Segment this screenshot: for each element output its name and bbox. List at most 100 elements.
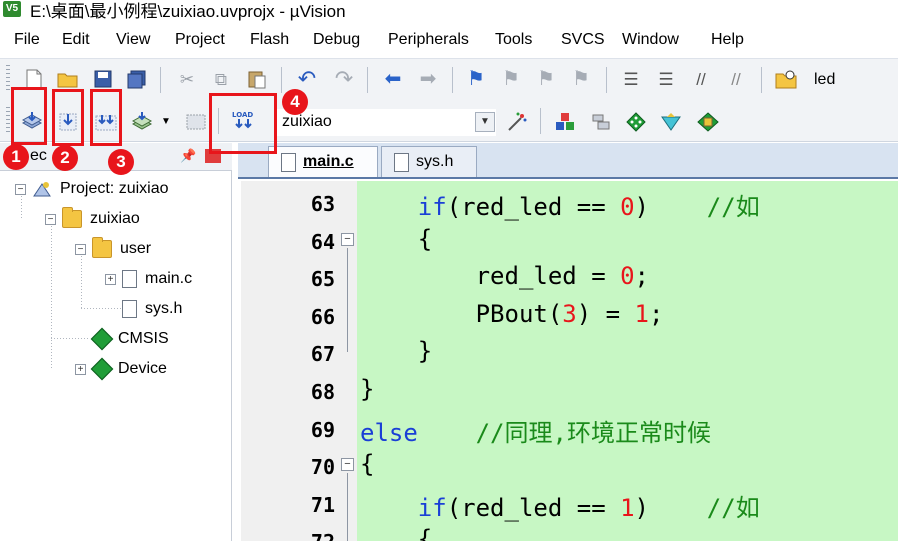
menu-flash[interactable]: Flash — [250, 31, 289, 49]
editor-tab-bar: main.c sys.h — [238, 143, 898, 179]
code-line[interactable]: { — [360, 450, 374, 478]
menu-help[interactable]: Help — [711, 31, 744, 49]
tree-item-project[interactable]: − Project: zuixiao — [15, 175, 169, 203]
manage-project-icon[interactable] — [587, 108, 615, 136]
manage-run-time-environment-icon[interactable] — [694, 108, 722, 136]
menu-view[interactable]: View — [116, 31, 150, 49]
navigate-forward-icon[interactable]: ➡ — [414, 65, 442, 93]
code-line[interactable]: else //同理,环境正常时候 — [360, 413, 711, 448]
menu-tools[interactable]: Tools — [495, 31, 532, 49]
menu-peripherals[interactable]: Peripherals — [388, 31, 469, 49]
pack-installer-icon[interactable] — [622, 108, 650, 136]
tree-item-label: Project: zuixiao — [60, 180, 169, 197]
tab-sys-h[interactable]: sys.h — [381, 146, 477, 177]
tree-item-sys-h[interactable]: sys.h — [122, 295, 182, 323]
component-icon — [90, 357, 114, 381]
find-text[interactable]: led — [814, 71, 835, 89]
stop-build-icon[interactable] — [182, 108, 210, 136]
select-software-packs-icon[interactable] — [657, 108, 685, 136]
annotation-number-2: 2 — [52, 145, 78, 171]
indent-icon[interactable]: ☰ — [617, 65, 645, 93]
redo-icon[interactable]: ↷ — [330, 65, 358, 93]
fold-collapse-icon[interactable]: − — [341, 458, 354, 471]
tab-label: main.c — [303, 153, 354, 170]
line-number: 68 — [310, 380, 335, 404]
annotation-box-2 — [52, 89, 84, 146]
collapse-icon[interactable]: − — [45, 213, 56, 225]
menu-project[interactable]: Project — [175, 31, 225, 49]
cut-icon[interactable]: ✂ — [173, 65, 201, 93]
navigate-back-icon[interactable]: ⬅ — [379, 65, 407, 93]
copy-icon[interactable]: ⧉ — [207, 65, 235, 93]
tree-item-label: CMSIS — [118, 330, 169, 347]
toolbar-grip[interactable] — [6, 107, 10, 135]
line-number: 69 — [310, 417, 335, 442]
code-line[interactable]: } — [360, 375, 374, 403]
tree-item-main-c[interactable]: + main.c — [105, 265, 192, 293]
target-select-value: zuixiao — [282, 113, 332, 130]
file-icon — [122, 300, 137, 318]
uncomment-icon[interactable]: // — [722, 65, 750, 93]
menu-edit[interactable]: Edit — [62, 31, 90, 49]
bookmark-icon[interactable]: ⚑ — [462, 65, 490, 93]
next-bookmark-icon[interactable]: ⚑ — [532, 65, 560, 93]
annotation-box-3 — [90, 89, 122, 146]
tree-item-label: main.c — [145, 270, 193, 287]
save-all-icon[interactable] — [123, 65, 151, 93]
menu-window[interactable]: Window — [622, 31, 679, 49]
project-panel-title: ec — [30, 147, 47, 164]
comment-icon[interactable]: // — [687, 65, 715, 93]
clear-bookmarks-icon[interactable]: ⚑ — [567, 65, 595, 93]
code-line[interactable]: PBout(3) = 1; — [360, 300, 664, 328]
tree-item-cmsis[interactable]: CMSIS — [90, 325, 169, 353]
line-number: 65 — [310, 267, 335, 292]
fold-collapse-icon[interactable]: − — [341, 233, 354, 246]
line-number: 66 — [310, 304, 335, 329]
pin-icon[interactable]: 📌 — [180, 148, 196, 164]
tree-item-device[interactable]: + Device — [75, 355, 167, 383]
code-line[interactable]: { — [360, 525, 432, 541]
expand-icon[interactable]: + — [105, 273, 116, 285]
code-line[interactable]: red_led = 0; — [360, 262, 649, 290]
line-number: 71 — [310, 492, 335, 517]
line-number: 70 — [310, 455, 335, 480]
title-bar: V5 E:\桌面\最小例程\zuixiao.uvprojx - µVision — [0, 0, 898, 21]
code-line[interactable]: if(red_led == 0) //如 — [360, 187, 760, 222]
menu-file[interactable]: File — [14, 31, 40, 49]
file-icon — [122, 270, 137, 288]
code-line[interactable]: if(red_led == 1) //如 — [360, 488, 760, 523]
prev-bookmark-icon[interactable]: ⚑ — [497, 65, 525, 93]
collapse-icon[interactable]: − — [75, 243, 86, 255]
tab-label: sys.h — [416, 153, 454, 170]
tab-main-c[interactable]: main.c — [268, 146, 378, 177]
tree-item-label: zuixiao — [90, 210, 140, 227]
file-extensions-icon[interactable] — [551, 108, 579, 136]
folder-open-icon — [92, 237, 112, 258]
collapse-icon[interactable]: − — [15, 183, 26, 195]
batch-dropdown-icon[interactable]: ▼ — [152, 108, 180, 136]
expand-icon[interactable]: + — [75, 363, 86, 375]
toolbar-grip[interactable] — [6, 65, 10, 93]
tree-item-target[interactable]: − zuixiao — [45, 205, 140, 233]
code-line[interactable]: } — [360, 337, 432, 365]
unindent-icon[interactable]: ☰ — [652, 65, 680, 93]
menu-svcs[interactable]: SVCS — [561, 31, 605, 49]
annotation-number-3: 3 — [108, 149, 134, 175]
annotation-number-4: 4 — [282, 89, 308, 115]
annotation-box-4 — [209, 93, 277, 154]
line-number: 67 — [310, 342, 335, 367]
line-number: 63 — [310, 192, 335, 216]
chevron-down-icon[interactable]: ▼ — [475, 112, 495, 132]
menu-debug[interactable]: Debug — [313, 31, 360, 49]
annotation-number-1: 1 — [3, 144, 29, 170]
target-options-icon[interactable] — [503, 108, 531, 136]
target-select[interactable]: zuixiao ▼ — [276, 109, 496, 136]
tree-item-user-group[interactable]: − user — [75, 235, 151, 263]
folder-icon — [62, 207, 82, 228]
file-icon — [281, 153, 296, 172]
paste-icon[interactable] — [243, 65, 271, 93]
find-in-files-icon[interactable] — [772, 65, 800, 93]
tree-item-label: sys.h — [145, 300, 183, 317]
code-line[interactable]: { — [360, 225, 432, 253]
file-toolbar: ✂ ⧉ ↶ ↷ ⬅ ➡ ⚑ ⚑ ⚑ ⚑ ☰ ☰ // // led — [0, 58, 898, 100]
